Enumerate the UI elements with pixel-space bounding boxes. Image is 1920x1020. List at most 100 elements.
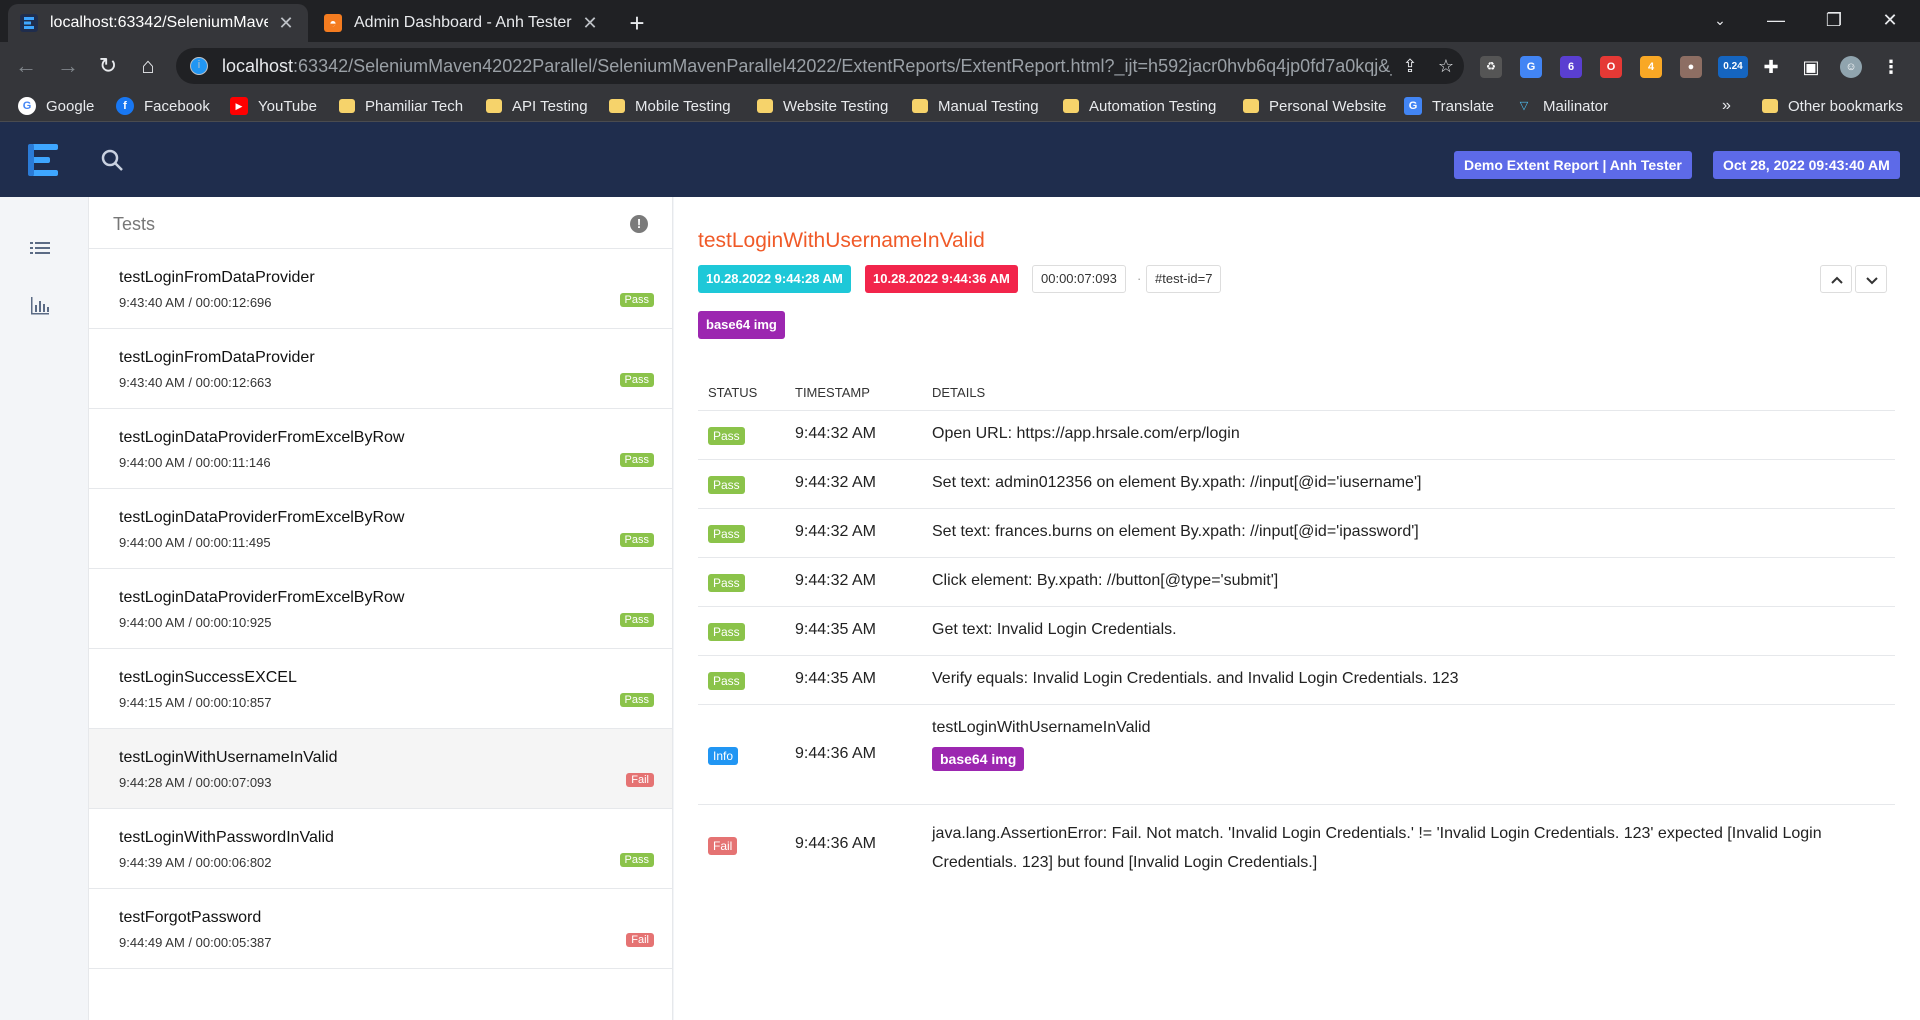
category-chip[interactable]: base64 img [698,311,785,339]
test-list-item[interactable]: testLoginSuccessEXCEL 9:44:15 AM / 00:00… [89,649,672,729]
bookmark-automation-testing[interactable]: Automation Testing [1063,95,1216,117]
log-details: Open URL: https://app.hrsale.com/erp/log… [932,425,1240,442]
extension-recycle-icon[interactable]: ♻ [1480,56,1502,78]
bookmark-facebook[interactable]: f Facebook [116,95,210,117]
column-details: DETAILS [932,385,986,400]
close-tab-icon[interactable]: ✕ [580,13,600,34]
dashboard-chart-icon[interactable] [28,293,52,317]
test-list-icon[interactable] [28,237,52,261]
extension-badge-6-icon[interactable]: 6 [1560,56,1582,78]
folder-icon [912,99,928,113]
log-steps-table: STATUS TIMESTAMP DETAILS Pass 9:44:32 AM… [698,375,1895,885]
test-time: 9:44:15 AM / 00:00:10:857 [119,695,272,710]
bookmark-manual-testing[interactable]: Manual Testing [912,95,1039,117]
test-list-item[interactable]: testLoginDataProviderFromExcelByRow 9:44… [89,569,672,649]
duration-chip: 00:00:07:093 [1032,265,1126,293]
bookmark-personal-website[interactable]: Personal Website [1243,95,1386,117]
other-bookmarks[interactable]: Other bookmarks [1762,95,1903,117]
test-name: testLoginWithUsernameInValid [119,749,338,766]
log-details: Verify equals: Invalid Login Credentials… [932,670,1459,687]
log-timestamp: 9:44:32 AM [795,474,876,491]
bookmark-mailinator[interactable]: ▽ Mailinator [1515,95,1608,117]
bookmark-website-testing[interactable]: Website Testing [757,95,888,117]
test-time: 9:44:00 AM / 00:00:11:495 [119,535,271,550]
bookmark-google[interactable]: G Google [18,95,94,117]
column-timestamp: TIMESTAMP [795,385,870,400]
browser-toolbar: ← → ↻ ⌂ i localhost:63342/SeleniumMaven4… [0,42,1920,90]
site-info-icon[interactable]: i [190,57,208,75]
expand-down-button[interactable] [1855,265,1887,293]
extensions-puzzle-icon[interactable]: ✚ [1760,56,1782,78]
menu-kebab-icon[interactable]: ⋮ [1880,56,1902,78]
report-date-badge: Oct 28, 2022 09:43:40 AM [1713,151,1900,179]
google-translate-extension-icon[interactable]: G [1520,56,1542,78]
chevron-down-icon [1866,277,1878,285]
browser-tab-admin-dashboard[interactable]: ◓ Admin Dashboard - Anh Tester ✕ [312,4,612,42]
new-tab-button[interactable]: + [620,6,654,40]
test-name: testLoginFromDataProvider [119,349,315,366]
status-badge: Pass [708,623,745,641]
test-list-item[interactable]: testLoginWithPasswordInValid 9:44:39 AM … [89,809,672,889]
profile-avatar[interactable]: ☺ [1840,56,1862,78]
forward-icon[interactable]: → [52,50,84,82]
log-row: Pass 9:44:32 AM Set text: admin012356 on… [698,460,1895,509]
extension-red-icon[interactable]: O [1600,56,1622,78]
back-icon[interactable]: ← [10,50,42,82]
base64-image-link[interactable]: base64 img [932,747,1025,771]
report-name-badge: Demo Extent Report | Anh Tester [1454,151,1692,179]
status-badge: Fail [626,773,654,787]
tab-search-icon[interactable]: ⌄ [1692,0,1748,40]
test-time: 9:44:00 AM / 00:00:11:146 [119,455,271,470]
bookmark-phamiliar-tech[interactable]: Phamiliar Tech [339,95,463,117]
search-icon[interactable] [100,148,124,172]
log-timestamp: 9:44:36 AM [795,745,876,762]
column-status: STATUS [708,385,758,400]
share-icon[interactable]: ⇪ [1392,56,1428,77]
log-row: Pass 9:44:32 AM Click element: By.xpath:… [698,558,1895,607]
test-time: 9:44:39 AM / 00:00:06:802 [119,855,272,870]
browser-tab-extent-report[interactable]: localhost:63342/SeleniumMaven4 ✕ [8,4,308,42]
test-name: testLoginWithPasswordInValid [119,829,334,846]
more-bookmarks-button[interactable]: » [1722,95,1731,117]
bookmark-api-testing[interactable]: API Testing [486,95,588,117]
home-icon[interactable]: ⌂ [132,50,164,82]
test-time: 9:44:00 AM / 00:00:10:925 [119,615,272,630]
address-bar[interactable]: i localhost:63342/SeleniumMaven42022Para… [176,48,1464,84]
url-text[interactable]: localhost:63342/SeleniumMaven42022Parall… [222,56,1392,77]
test-list-panel: Tests ! testLoginFromDataProvider 9:43:4… [88,197,673,1020]
cookie-extension-icon[interactable]: ● [1680,56,1702,78]
test-name: testForgotPassword [119,909,262,926]
test-list-item-selected[interactable]: testLoginWithUsernameInValid 9:44:28 AM … [89,729,672,809]
bookmark-star-icon[interactable]: ☆ [1428,56,1464,77]
bookmark-translate[interactable]: G Translate [1404,95,1494,117]
bookmark-mobile-testing[interactable]: Mobile Testing [609,95,731,117]
bookmark-youtube[interactable]: ▶ YouTube [230,95,317,117]
test-name: testLoginSuccessEXCEL [119,669,297,686]
side-panel-icon[interactable]: ▣ [1800,56,1822,78]
test-time: 9:43:40 AM / 00:00:12:663 [119,375,272,390]
collapse-up-button[interactable] [1820,265,1852,293]
google-icon: G [18,97,36,115]
status-badge: Pass [619,293,654,307]
close-window-button[interactable]: ✕ [1862,0,1918,40]
folder-icon [1243,99,1259,113]
restore-button[interactable]: ❐ [1806,0,1862,40]
test-list-item[interactable]: testLoginFromDataProvider 9:43:40 AM / 0… [89,329,672,409]
close-tab-icon[interactable]: ✕ [276,13,296,34]
test-name: testLoginDataProviderFromExcelByRow [119,429,405,446]
bookmarks-bar: G Google f Facebook ▶ YouTube Phamiliar Tec… [0,90,1920,122]
test-list-item[interactable]: testLoginDataProviderFromExcelByRow 9:44… [89,489,672,569]
folder-icon [609,99,625,113]
log-timestamp: 9:44:35 AM [795,621,876,638]
folder-icon [339,99,355,113]
status-filter-icon[interactable]: ! [630,215,648,233]
status-badge: Fail [708,837,738,855]
test-list-item[interactable]: testLoginDataProviderFromExcelByRow 9:44… [89,409,672,489]
extension-badge-024-icon[interactable]: 0.24 [1718,56,1748,78]
minimize-button[interactable]: — [1748,0,1804,40]
reload-icon[interactable]: ↻ [92,50,124,82]
test-list-item[interactable]: testForgotPassword 9:44:49 AM / 00:00:05… [89,889,672,969]
extension-bulb-badge-4-icon[interactable]: 4 [1640,56,1662,78]
extent-logo-icon[interactable] [26,140,64,180]
test-list-item[interactable]: testLoginFromDataProvider 9:43:40 AM / 0… [89,249,672,329]
